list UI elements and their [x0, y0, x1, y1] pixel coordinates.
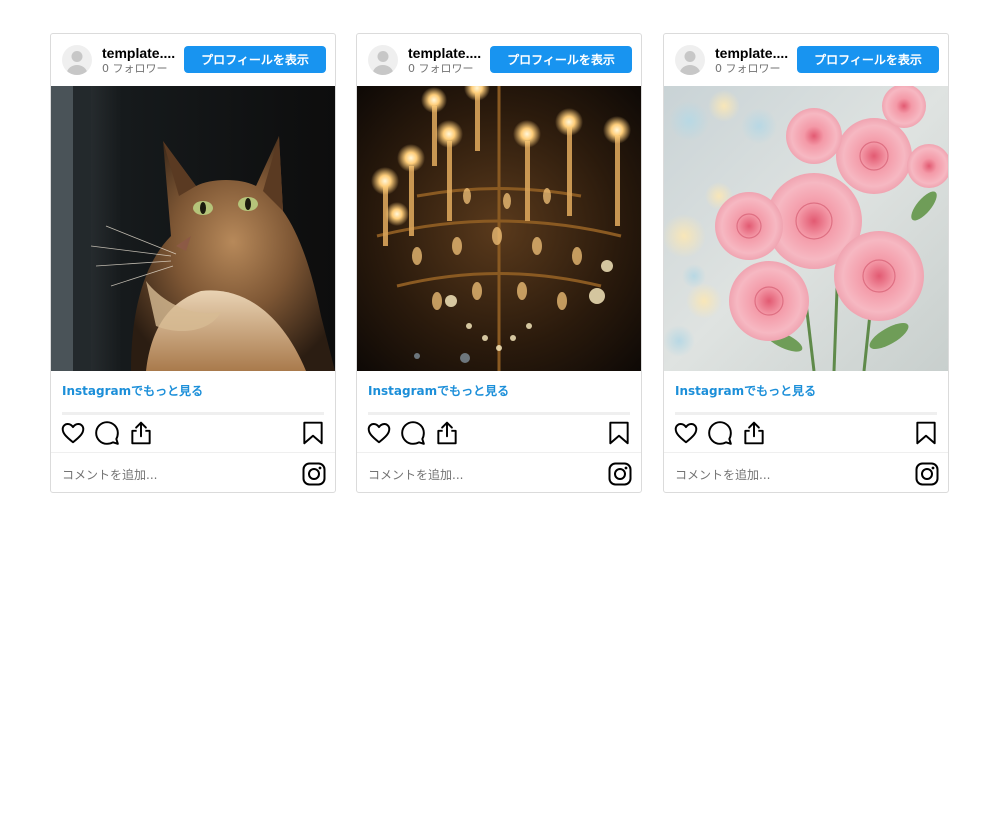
follower-count: 0 フォロワー — [102, 62, 168, 75]
bookmark-icon[interactable] — [606, 420, 632, 446]
add-comment-field[interactable]: コメントを追加... — [675, 466, 770, 483]
username[interactable]: template.... — [715, 44, 797, 62]
username[interactable]: template.... — [408, 44, 490, 62]
divider — [368, 412, 630, 415]
embed-header: template.... 0 フォロワー プロフィールを表示 — [51, 34, 335, 86]
view-profile-button[interactable]: プロフィールを表示 — [490, 46, 632, 73]
follower-count: 0 フォロワー — [408, 62, 474, 75]
comment-icon[interactable] — [94, 420, 120, 446]
instagram-logo-icon[interactable] — [302, 462, 326, 486]
add-comment-field[interactable]: コメントを追加... — [62, 466, 157, 483]
share-icon[interactable] — [128, 420, 154, 446]
divider — [664, 452, 948, 453]
heart-icon[interactable] — [673, 420, 699, 446]
divider — [675, 412, 937, 415]
add-comment-field[interactable]: コメントを追加... — [368, 466, 463, 483]
action-bar — [357, 420, 641, 448]
divider — [357, 452, 641, 453]
more-on-instagram-link[interactable]: Instagramでもっと見る — [62, 382, 203, 399]
post-photo-chandelier[interactable] — [357, 86, 641, 371]
comment-icon[interactable] — [707, 420, 733, 446]
user-info: template.... 0 フォロワー — [102, 44, 184, 76]
more-on-instagram-link[interactable]: Instagramでもっと見る — [368, 382, 509, 399]
user-info: template.... 0 フォロワー — [408, 44, 490, 76]
post-photo-cat[interactable] — [51, 86, 335, 371]
username[interactable]: template.... — [102, 44, 184, 62]
instagram-logo-icon[interactable] — [915, 462, 939, 486]
divider — [51, 452, 335, 453]
more-on-instagram-link[interactable]: Instagramでもっと見る — [675, 382, 816, 399]
heart-icon[interactable] — [366, 420, 392, 446]
user-info: template.... 0 フォロワー — [715, 44, 797, 76]
comment-icon[interactable] — [400, 420, 426, 446]
action-bar — [664, 420, 948, 448]
divider — [62, 412, 324, 415]
instagram-logo-icon[interactable] — [608, 462, 632, 486]
avatar-placeholder-icon[interactable] — [62, 45, 92, 75]
share-icon[interactable] — [741, 420, 767, 446]
instagram-embed-card: template.... 0 フォロワー プロフィールを表示 Instagram… — [50, 33, 336, 493]
view-profile-button[interactable]: プロフィールを表示 — [797, 46, 939, 73]
heart-icon[interactable] — [60, 420, 86, 446]
view-profile-button[interactable]: プロフィールを表示 — [184, 46, 326, 73]
follower-count: 0 フォロワー — [715, 62, 781, 75]
post-photo-pink-roses[interactable] — [664, 86, 948, 371]
avatar-placeholder-icon[interactable] — [675, 45, 705, 75]
instagram-embed-card: template.... 0 フォロワー プロフィールを表示 Instagram… — [356, 33, 642, 493]
bookmark-icon[interactable] — [913, 420, 939, 446]
avatar-placeholder-icon[interactable] — [368, 45, 398, 75]
embed-header: template.... 0 フォロワー プロフィールを表示 — [664, 34, 948, 86]
instagram-embed-card: template.... 0 フォロワー プロフィールを表示 Instagram… — [663, 33, 949, 493]
share-icon[interactable] — [434, 420, 460, 446]
action-bar — [51, 420, 335, 448]
embed-header: template.... 0 フォロワー プロフィールを表示 — [357, 34, 641, 86]
bookmark-icon[interactable] — [300, 420, 326, 446]
